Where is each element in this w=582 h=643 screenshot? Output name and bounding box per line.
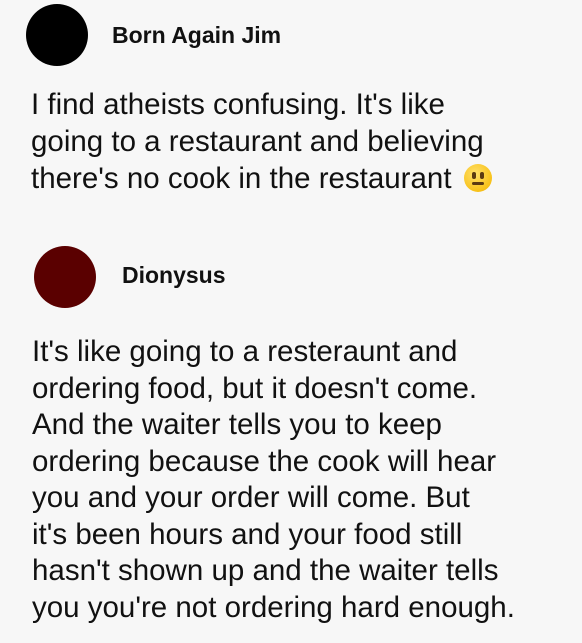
- neutral-face-icon: [463, 164, 492, 192]
- avatar[interactable]: [26, 4, 88, 66]
- reply-post: Dionysus It's like going to a resteraunt…: [0, 224, 582, 643]
- username[interactable]: Dionysus: [122, 262, 226, 289]
- comment-body: I find atheists confusing. It's like goi…: [31, 88, 484, 195]
- comment-post: Born Again Jim I find atheists confusing…: [0, 0, 582, 224]
- username[interactable]: Born Again Jim: [112, 22, 281, 49]
- comment-text: I find atheists confusing. It's like goi…: [31, 86, 571, 197]
- avatar[interactable]: [34, 246, 96, 308]
- comment-thread: Born Again Jim I find atheists confusing…: [0, 0, 582, 643]
- comment-text: It's like going to a resteraunt and orde…: [32, 335, 515, 624]
